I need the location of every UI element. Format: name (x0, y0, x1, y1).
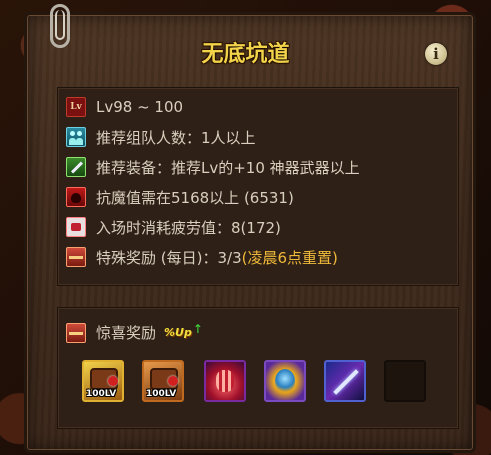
info-row-party: 推荐组队人数：1人以上 (66, 126, 256, 148)
info-box: Lv Lv98 ~ 100 推荐组队人数：1人以上 推荐装备：推荐Lv的+10 … (57, 87, 459, 286)
surprise-reward-header: 惊喜奖励 %Up ↑ (66, 322, 203, 343)
info-row-equipment: 推荐装备：推荐Lv的+10 神器武器以上 (66, 156, 360, 178)
info-row-label: 入场时消耗疲劳值：8(172) (96, 218, 281, 237)
reward-item-exp-box[interactable]: 100LV (142, 360, 184, 402)
info-row-fatigue: 入场时消耗疲劳值：8(172) (66, 216, 281, 238)
dungeon-title: 无底坑道 (201, 41, 290, 67)
party-icon (66, 127, 86, 147)
info-row-resistance: 抗魔值需在5168以上 (6531) (66, 186, 294, 208)
weapon-icon (66, 157, 86, 177)
up-arrow-icon: ↑ (192, 321, 203, 336)
reset-time-note: (凌晨6点重置) (241, 248, 338, 267)
chest-icon (66, 247, 86, 267)
info-row-label: 推荐组队人数：1人以上 (96, 128, 256, 147)
info-row-label: 抗魔值需在5168以上 (6531) (96, 188, 294, 207)
reward-item-golden-orb[interactable] (264, 360, 306, 402)
info-row-label: 特殊奖励 (每日)：3/3 (96, 248, 242, 267)
surprise-reward-box: 惊喜奖励 %Up ↑ 100LV 100LV (57, 307, 459, 429)
level-icon: Lv (66, 97, 86, 117)
reward-slot-empty (384, 360, 426, 402)
reward-item-label: 100LV (86, 389, 117, 399)
reward-item-purple-shard[interactable] (324, 360, 366, 402)
info-row-label: Lv98 ~ 100 (96, 98, 184, 116)
reward-item-red-crystal[interactable] (204, 360, 246, 402)
up-badge: %Up (164, 326, 192, 339)
info-row-label: 推荐装备：推荐Lv的+10 神器武器以上 (96, 158, 360, 177)
reward-item-label: 100LV (146, 389, 177, 399)
fatigue-icon (66, 217, 86, 237)
reward-item-exp-box[interactable]: 100LV (82, 360, 124, 402)
info-row-special-reward: 特殊奖励 (每日)：3/3 (凌晨6点重置) (66, 246, 338, 268)
chest-icon (66, 322, 86, 343)
info-button[interactable]: i (425, 43, 447, 65)
demon-icon (66, 187, 86, 207)
info-row-level: Lv Lv98 ~ 100 (66, 96, 183, 118)
surprise-reward-label: 惊喜奖励 (96, 324, 157, 342)
